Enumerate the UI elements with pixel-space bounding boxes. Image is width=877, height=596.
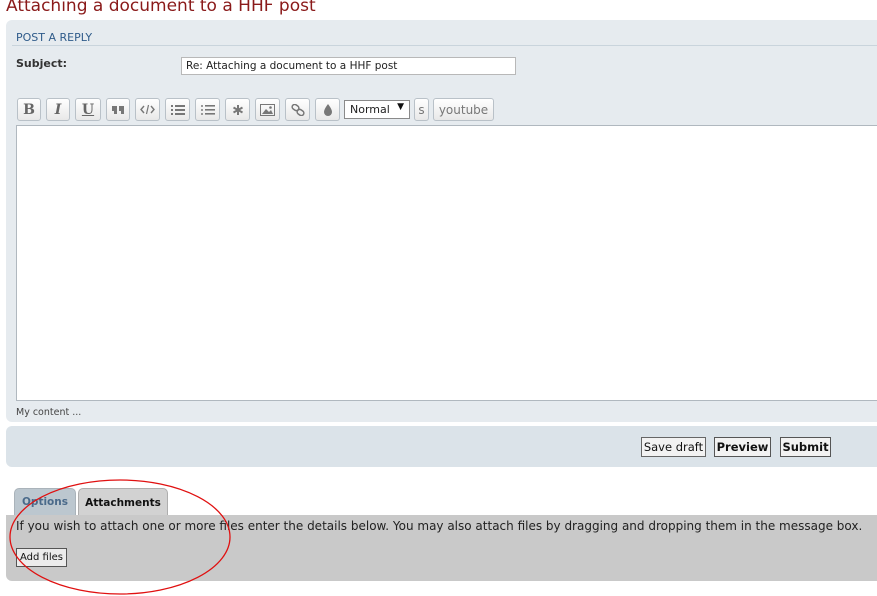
strike-label: s	[418, 102, 425, 117]
youtube-button[interactable]: youtube	[433, 98, 494, 121]
color-button[interactable]	[315, 98, 340, 121]
tab-options[interactable]: Options	[14, 488, 76, 516]
dropdown-arrow-icon: ▼	[397, 102, 404, 112]
italic-button[interactable]: I	[46, 98, 70, 121]
bullet-list-icon	[170, 104, 185, 115]
bold-button[interactable]: B	[17, 98, 41, 121]
page-title: Attaching a document to a HHF post	[6, 0, 316, 16]
post-reply-heading: POST A REPLY	[16, 31, 93, 44]
bold-label: B	[23, 101, 35, 118]
image-button[interactable]	[255, 98, 280, 121]
heading-divider	[12, 45, 877, 46]
quote-icon	[111, 106, 124, 114]
save-draft-button[interactable]: Save draft	[641, 437, 706, 457]
subject-label: Subject:	[16, 57, 68, 70]
list-item-button[interactable]	[225, 98, 250, 121]
italic-label: I	[54, 101, 62, 118]
font-size-select[interactable]: Normal ▼	[344, 100, 410, 119]
message-editor[interactable]	[16, 125, 877, 401]
strike-button[interactable]: s	[414, 98, 429, 121]
content-hint: My content ...	[16, 407, 82, 418]
link-button[interactable]	[285, 98, 310, 121]
add-files-button[interactable]: Add files	[16, 548, 67, 567]
attachments-info: If you wish to attach one or more files …	[16, 519, 863, 533]
underline-button[interactable]: U	[75, 98, 101, 121]
youtube-label: youtube	[438, 102, 489, 117]
subject-input[interactable]: Re: Attaching a document to a HHF post	[181, 57, 516, 75]
droplet-icon	[323, 103, 332, 116]
submit-button[interactable]: Submit	[780, 437, 831, 457]
numbered-list-button[interactable]	[195, 98, 220, 121]
underline-label: U	[81, 101, 95, 118]
code-button[interactable]	[135, 98, 160, 121]
link-icon	[290, 103, 305, 116]
quote-button[interactable]	[106, 98, 130, 121]
bullet-list-button[interactable]	[165, 98, 190, 121]
font-size-value: Normal	[350, 103, 390, 116]
asterisk-icon	[232, 104, 243, 115]
numbered-list-icon	[200, 104, 215, 115]
image-icon	[260, 103, 275, 116]
preview-button[interactable]: Preview	[714, 437, 771, 457]
code-icon	[140, 104, 155, 115]
tab-attachments[interactable]: Attachments	[78, 488, 168, 517]
